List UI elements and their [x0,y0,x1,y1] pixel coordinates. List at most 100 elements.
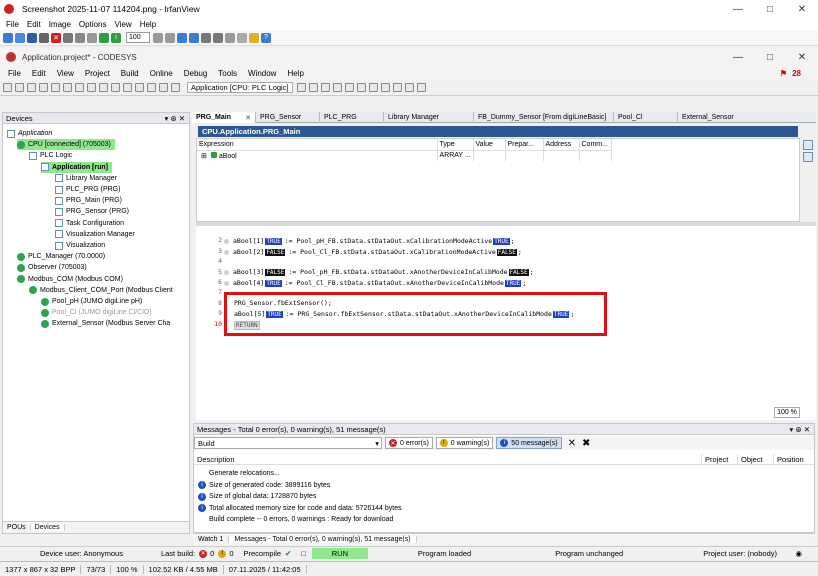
notification-flag-icon[interactable]: ⚑ [780,69,787,78]
tree-item[interactable]: CPU [connected] (705003) [17,139,115,151]
tab-library-manager[interactable]: Library Manager [384,112,474,123]
messages-pin-icon[interactable]: ▾ ⊛ ✕ [789,425,810,434]
undo-icon[interactable] [99,32,109,43]
login-icon[interactable] [159,83,168,92]
tree-item[interactable]: PRG_Main (PRG) [55,195,122,206]
breakpoint-marker[interactable] [224,280,229,286]
delete-icon[interactable]: ✕ [51,32,61,43]
save-project-icon[interactable] [27,83,36,92]
print-project-icon[interactable] [39,83,48,92]
cut-icon[interactable] [63,32,73,43]
code-line[interactable]: aBool[1] TRUE:= Pool_pH_FB.stData.stDataO… [224,236,515,246]
start-icon[interactable] [296,83,306,92]
cs-maximize-button[interactable]: □ [754,48,786,66]
devices-pin-icon[interactable]: ▾ ⊛ ✕ [164,114,185,123]
display-mode-icon[interactable] [416,83,426,92]
cs-minimize-button[interactable]: — [722,48,754,66]
menu-file[interactable]: File [6,20,19,29]
tab-pool-cl[interactable]: Pool_Cl [614,112,678,123]
open-icon[interactable] [3,32,13,43]
cs-menu-online[interactable]: Online [150,69,173,78]
errors-filter-button[interactable]: ✕ 0 error(s) [385,437,433,449]
menu-help[interactable]: Help [140,20,156,29]
cs-menu-tools[interactable]: Tools [218,69,237,78]
breakpoint-marker[interactable] [224,269,229,275]
list-item[interactable]: Generate relocations... [198,468,280,479]
tab-plc-prg[interactable]: PLC_PRG [320,112,384,123]
step-over-icon[interactable] [332,83,342,92]
list-item[interactable]: i Size of global data: 1728870 bytes [198,491,316,502]
tree-item[interactable]: External_Sensor (Modbus Server Cha [41,318,170,329]
tree-item[interactable]: Application [run] [41,161,112,173]
editor-zoom[interactable]: 100 % [774,407,800,418]
find-icon[interactable] [123,83,132,92]
tree-item[interactable]: Observer (705003) [17,262,87,273]
cs-menu-edit[interactable]: Edit [32,69,46,78]
slideshow-icon[interactable] [15,32,25,43]
paint-icon[interactable] [249,32,259,43]
tab-prg-main[interactable]: PRG_Main ✕ [192,112,256,123]
rebuild-icon[interactable] [147,83,156,92]
cs-menu-debug[interactable]: Debug [184,69,208,78]
paste-icon-cs[interactable] [99,83,108,92]
tab-pous[interactable]: POUs [3,524,31,531]
zoom-in-icon[interactable] [153,32,163,43]
rotate-left-icon[interactable] [201,32,211,43]
code-line[interactable]: aBool[2] FALSE:= Pool_Cl_FB.stData.stData… [224,247,522,257]
clear-icon[interactable]: ✕ [568,438,576,449]
open-project-icon[interactable] [15,83,24,92]
cs-menu-help[interactable]: Help [287,69,303,78]
list-item[interactable]: i Total allocated memory size for code an… [198,503,402,514]
list-item[interactable]: i Size of generated code: 3899116 bytes [198,480,330,491]
breakpoint-icon[interactable] [368,83,378,92]
breakpoint-marker[interactable] [224,249,229,255]
table-row[interactable]: ⊞ aBool ARRAY ... [197,150,612,161]
breakpoint-marker[interactable] [224,238,229,244]
menu-view[interactable]: View [115,20,132,29]
menu-options[interactable]: Options [79,20,107,29]
tree-item[interactable]: Library Manager [55,173,117,184]
close-button[interactable]: ✕ [786,0,818,18]
tree-item[interactable]: Application [7,128,52,139]
tree-item[interactable]: Visualization [55,240,105,251]
settings-icon[interactable] [237,32,247,43]
filter-icon[interactable]: ✖ [582,438,590,449]
messages-filter-button[interactable]: i 50 message(s) [496,437,562,449]
force-values-icon[interactable] [392,83,402,92]
info-icon[interactable]: i [111,32,121,43]
tab-devices[interactable]: Devices [30,524,65,531]
warnings-filter-button[interactable]: ! 0 warning(s) [435,437,494,449]
tree-item[interactable]: PLC_PRG (PRG) [55,184,120,195]
expand-plus-icon[interactable]: ⊞ [201,153,207,160]
tree-item[interactable]: PLC Logic [29,150,72,161]
tree-item[interactable]: Visualization Manager [55,229,135,240]
cs-menu-window[interactable]: Window [248,69,276,78]
step-out-icon[interactable] [356,83,366,92]
prev-icon[interactable] [177,32,187,43]
maximize-button[interactable]: □ [754,0,786,18]
declaration-view-icon[interactable] [803,140,813,150]
tab-messages[interactable]: Messages - Total 0 error(s), 0 warning(s… [229,536,417,543]
save-icon[interactable] [27,32,37,43]
menu-edit[interactable]: Edit [27,20,41,29]
message-category-select[interactable]: Build ▾ [194,437,382,449]
fullscreen-icon[interactable] [225,32,235,43]
copy-icon-cs[interactable] [87,83,96,92]
build-icon[interactable] [135,83,144,92]
undo-icon-cs[interactable] [51,83,60,92]
code-line[interactable]: aBool[3] FALSE:= Pool_pH_FB.stData.stData… [224,267,534,277]
tree-item[interactable]: Pool_Cl (JUMO digiLine Cl/ClO) [41,307,152,318]
zoom-select[interactable]: 100 [126,32,150,43]
reset-icon[interactable] [320,83,330,92]
tab-prg-sensor[interactable]: PRG_Sensor [256,112,320,123]
menu-image[interactable]: Image [49,20,71,29]
unforce-icon[interactable] [404,83,414,92]
cs-menu-project[interactable]: Project [85,69,110,78]
code-line[interactable]: aBool[4] TRUE:= Pool_Cl_FB.stData.stDataO… [224,278,526,288]
tab-fb-dummy-sensor[interactable]: FB_Dummy_Sensor [From digiLineBasic] [474,112,614,123]
tree-item[interactable]: Modbus_Client_COM_Port (Modbus Client [29,285,173,296]
step-into-icon[interactable] [344,83,354,92]
redo-icon-cs[interactable] [63,83,72,92]
prepared-cell[interactable] [505,150,544,161]
zoom-out-icon[interactable] [165,32,175,43]
